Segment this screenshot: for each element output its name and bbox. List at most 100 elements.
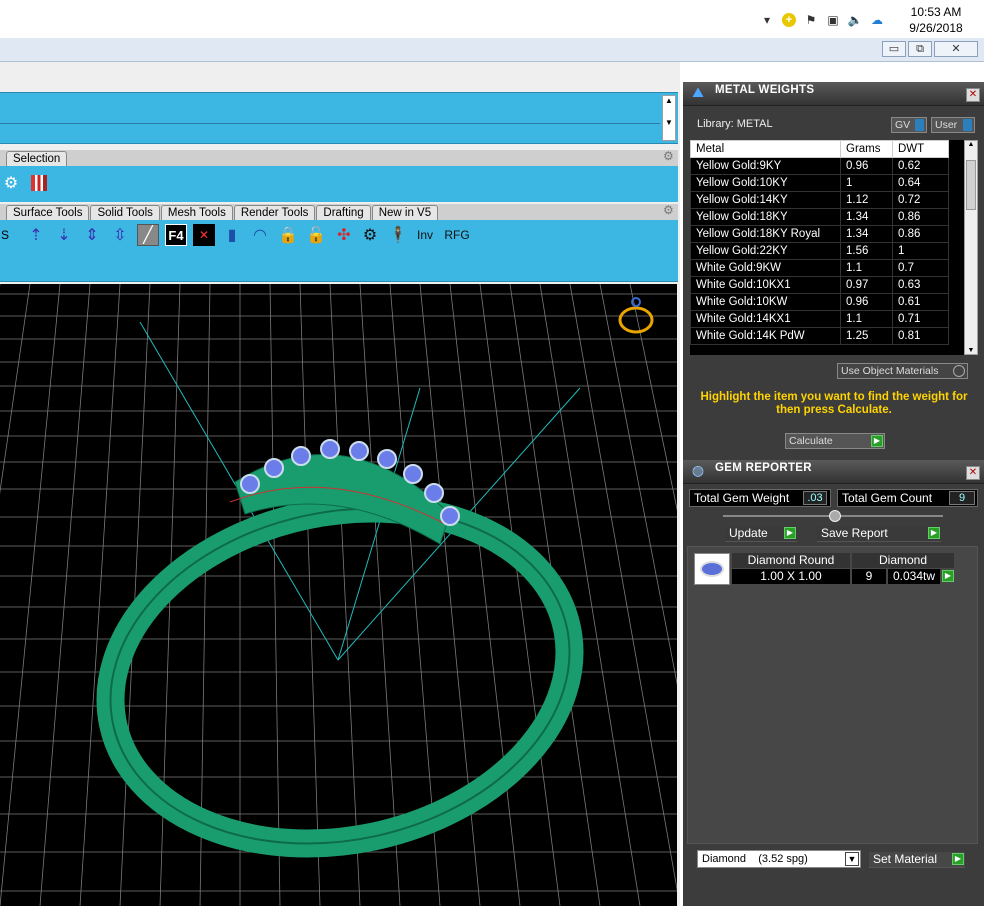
- tab-mesh-tools[interactable]: Mesh Tools: [160, 205, 233, 220]
- slider-thumb[interactable]: [829, 510, 841, 522]
- user-toggle[interactable]: User: [931, 117, 975, 133]
- diamond-round-icon: [694, 553, 730, 585]
- play-icon: ▶: [871, 435, 883, 447]
- metal-row[interactable]: White Gold:14KX1 1.1 0.71: [690, 310, 949, 328]
- scroll-up-icon[interactable]: ▲: [965, 141, 977, 148]
- tray-plus-icon[interactable]: +: [781, 12, 797, 28]
- command-area: ▲ ▼: [0, 92, 678, 144]
- command-scrollbar[interactable]: ▲ ▼: [662, 95, 676, 141]
- axis-icon[interactable]: ✣: [333, 224, 355, 246]
- save-report-button[interactable]: Save Report ▶: [817, 526, 941, 542]
- tray-overflow-chevron-icon[interactable]: ▾: [759, 12, 775, 28]
- tool-slash-icon[interactable]: ╱: [137, 224, 159, 246]
- gem-size: 1.00 X 1.00: [732, 569, 850, 584]
- tool-rfg-label[interactable]: RFG: [442, 224, 472, 246]
- move-updown-icon[interactable]: ⇕: [81, 224, 103, 246]
- gem-qty: 9: [852, 569, 886, 584]
- use-object-materials-checkbox[interactable]: Use Object Materials: [837, 363, 968, 379]
- lock-icon[interactable]: 🔒: [277, 224, 299, 246]
- unlock-icon[interactable]: 🔓: [305, 224, 327, 246]
- metal-row[interactable]: Yellow Gold:14KY 1.12 0.72: [690, 191, 949, 209]
- gem-material: Diamond: [852, 553, 954, 568]
- gv-toggle[interactable]: GV: [891, 117, 927, 133]
- gear-ring-icon[interactable]: ⚙: [359, 224, 381, 246]
- grid: [0, 284, 677, 906]
- material-select[interactable]: Diamond (3.52 spg) ▼: [697, 850, 861, 868]
- tabs-settings-gear-icon[interactable]: ⚙: [663, 150, 675, 162]
- metal-weights-close-icon[interactable]: ✕: [966, 88, 980, 102]
- col-metal[interactable]: Metal: [690, 140, 841, 158]
- tab-solid-tools[interactable]: Solid Tools: [90, 205, 160, 220]
- restore-button[interactable]: ⧉: [908, 41, 932, 57]
- update-button[interactable]: Update ▶: [725, 526, 797, 542]
- scroll-down-icon[interactable]: ▼: [663, 118, 675, 128]
- play-icon: ▶: [784, 527, 796, 539]
- tool-walk-icon[interactable]: ⚙: [0, 172, 22, 194]
- tool-s-label[interactable]: S: [0, 224, 10, 246]
- metal-table-scrollbar[interactable]: ▲ ▼: [964, 140, 978, 355]
- tab-selection[interactable]: Selection: [6, 151, 68, 166]
- volume-icon[interactable]: 🔈: [847, 12, 863, 28]
- metal-weights-title: METAL WEIGHTS: [715, 84, 815, 96]
- metal-row[interactable]: White Gold:10KW 0.96 0.61: [690, 293, 949, 311]
- tab-new-in-v5[interactable]: New in V5: [371, 205, 439, 220]
- ring-view-widget-icon[interactable]: [618, 297, 654, 334]
- metal-table-container[interactable]: Metal Grams DWT Yellow Gold:9KY 0.96 0.62 Y…: [690, 140, 978, 355]
- metal-name-cell: White Gold:10KW: [690, 293, 841, 311]
- network-icon[interactable]: ▣: [825, 12, 841, 28]
- grams-cell: 0.96: [840, 293, 893, 311]
- tool-chart-icon[interactable]: [28, 172, 50, 194]
- metal-row[interactable]: Yellow Gold:18KY 1.34 0.86: [690, 208, 949, 226]
- close-button[interactable]: ✕: [934, 41, 978, 57]
- col-dwt[interactable]: DWT: [892, 140, 949, 158]
- tab-surface-tools[interactable]: Surface Tools: [6, 205, 90, 220]
- metal-row[interactable]: White Gold:10KX1 0.97 0.63: [690, 276, 949, 294]
- instruction-text: Highlight the item you want to find the …: [700, 391, 968, 416]
- col-grams[interactable]: Grams: [840, 140, 893, 158]
- metal-name-cell: Yellow Gold:22KY: [690, 242, 841, 260]
- scroll-thumb[interactable]: [966, 160, 976, 210]
- tool-f4-button[interactable]: F4: [165, 224, 187, 246]
- clock[interactable]: 10:53 AM 9/26/2018: [888, 4, 984, 36]
- calculate-button[interactable]: Calculate ▶: [785, 433, 885, 449]
- cylinder-icon[interactable]: ▮: [221, 224, 243, 246]
- move-up-icon[interactable]: ⇡: [25, 224, 47, 246]
- tool-inv-label[interactable]: Inv: [412, 224, 438, 246]
- tab-render-tools[interactable]: Render Tools: [233, 205, 316, 220]
- dwt-cell: 0.86: [892, 208, 949, 226]
- 3d-viewport[interactable]: [0, 284, 677, 906]
- ring-model[interactable]: [79, 454, 601, 884]
- metal-name-cell: White Gold:14K PdW: [690, 327, 841, 345]
- minimize-button[interactable]: ▭: [882, 41, 906, 57]
- radio-icon: [953, 365, 965, 377]
- scroll-down-icon[interactable]: ▼: [965, 347, 977, 354]
- metal-row[interactable]: White Gold:9KW 1.1 0.7: [690, 259, 949, 277]
- metal-row[interactable]: Yellow Gold:10KY 1 0.64: [690, 174, 949, 192]
- move-down-icon[interactable]: ⇣: [53, 224, 75, 246]
- metal-row[interactable]: Yellow Gold:22KY 1.56 1: [690, 242, 949, 260]
- tab-drafting[interactable]: Drafting: [316, 205, 371, 220]
- bend-icon[interactable]: ◠: [249, 224, 271, 246]
- tool-cross-icon[interactable]: ✕: [193, 224, 215, 246]
- user-chart-icon[interactable]: 🕴: [387, 224, 409, 246]
- system-tray: ▾ + ⚑ ▣ 🔈 ☁ 10:53 AM 9/26/2018: [756, 0, 984, 40]
- metal-table[interactable]: Metal Grams DWT Yellow Gold:9KY 0.96 0.62 Y…: [690, 140, 949, 345]
- gem-row-play-icon[interactable]: ▶: [942, 570, 954, 582]
- cloud-upload-icon[interactable]: ☁: [869, 12, 885, 28]
- metal-row[interactable]: Yellow Gold:9KY 0.96 0.62: [690, 157, 949, 175]
- dropdown-chevron-icon: ▼: [845, 852, 859, 866]
- flag-icon[interactable]: ⚑: [803, 12, 819, 28]
- metal-row[interactable]: White Gold:14K PdW 1.25 0.81: [690, 327, 949, 345]
- scroll-up-icon[interactable]: ▲: [663, 96, 675, 106]
- gem-row[interactable]: Diamond Round Diamond 1.00 X 1.00 9 0.03…: [694, 553, 958, 587]
- move-updown-alt-icon[interactable]: ⇳: [109, 224, 131, 246]
- set-material-button[interactable]: Set Material ▶: [869, 852, 965, 868]
- metal-row[interactable]: Yellow Gold:18KY Royal 1.34 0.86: [690, 225, 949, 243]
- tabs2-settings-gear-icon[interactable]: ⚙: [663, 204, 675, 216]
- library-label: Library: METAL: [697, 118, 773, 130]
- material-select-value: Diamond (3.52 spg): [702, 853, 808, 865]
- gem-reporter-title: GEM REPORTER: [715, 462, 812, 474]
- play-icon: ▶: [928, 527, 940, 539]
- gem-list[interactable]: Diamond Round Diamond 1.00 X 1.00 9 0.03…: [687, 546, 978, 844]
- gem-reporter-close-icon[interactable]: ✕: [966, 466, 980, 480]
